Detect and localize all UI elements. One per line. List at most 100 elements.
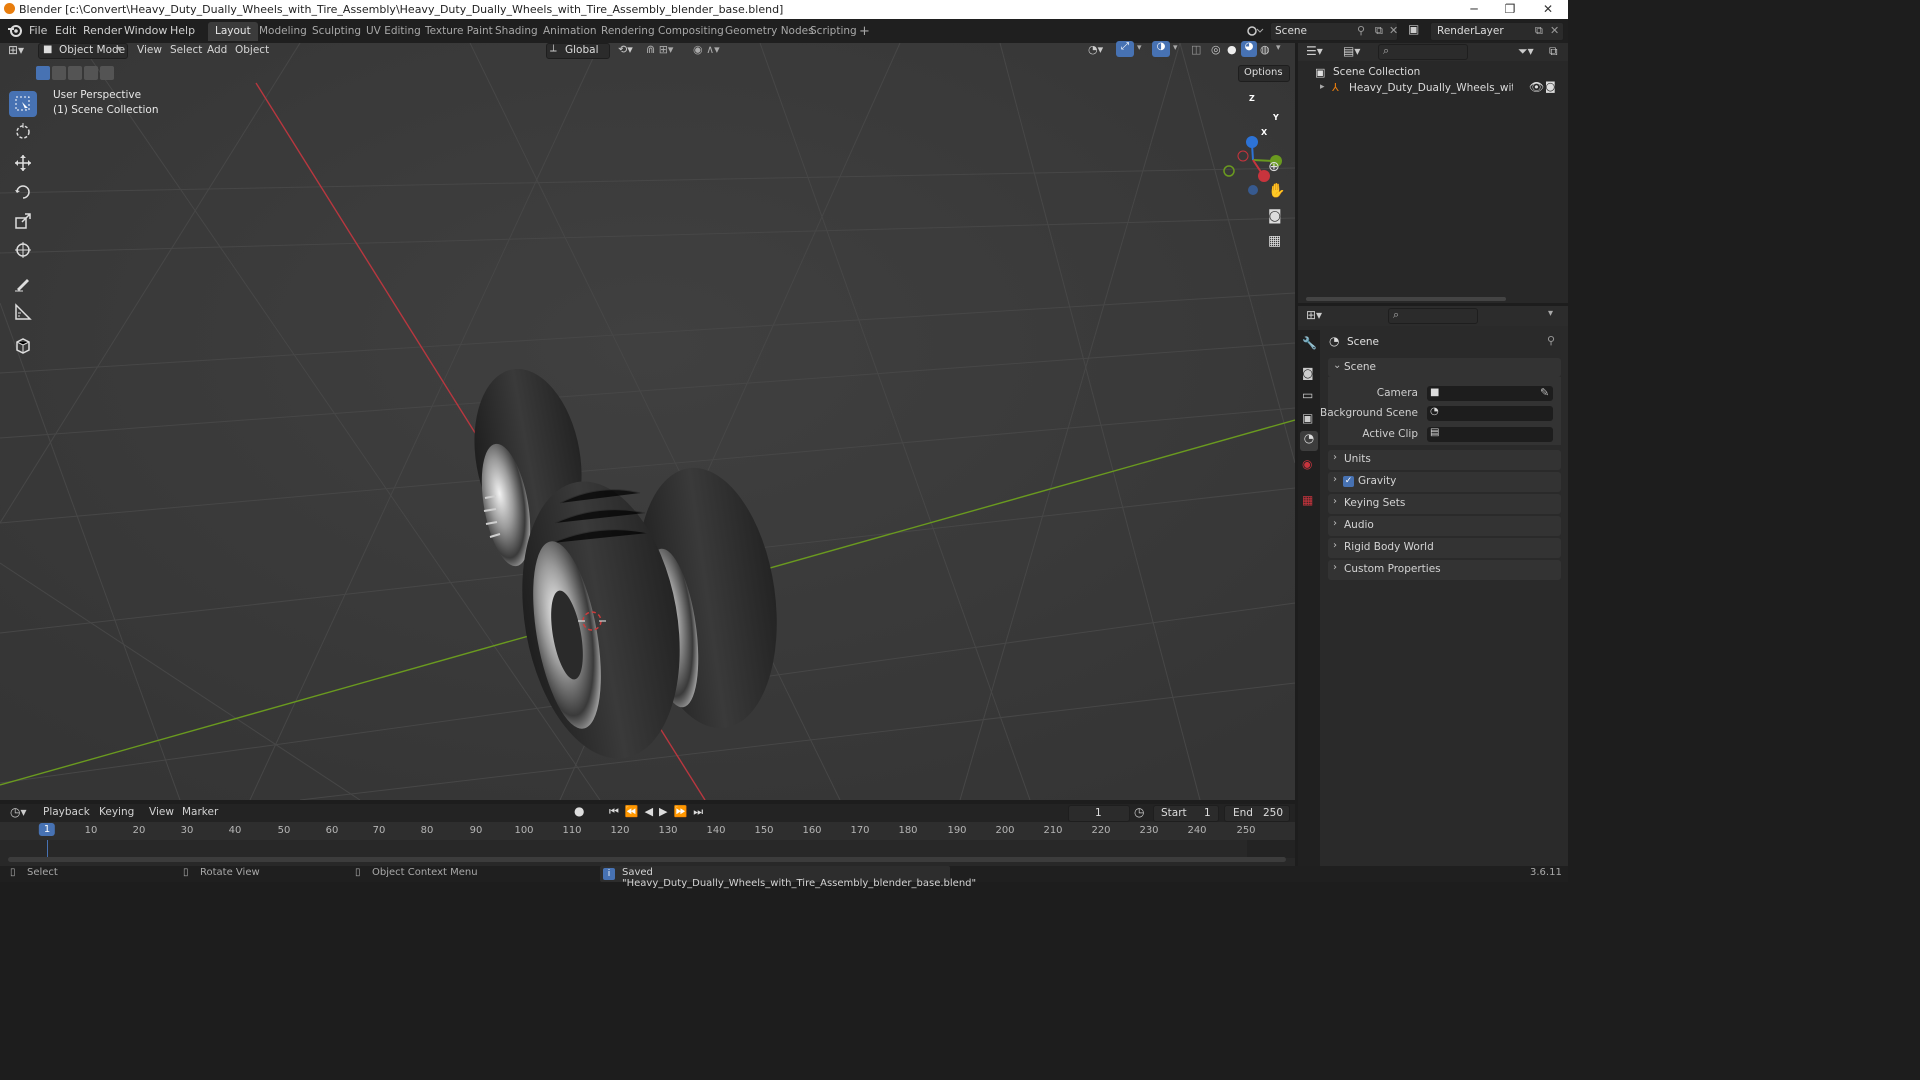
render-camera-icon[interactable]: ◙ <box>1545 80 1556 93</box>
material-shading-icon[interactable]: ◕ <box>1241 41 1257 57</box>
timeline-scrollbar[interactable] <box>8 857 1286 862</box>
tool-add-cube[interactable] <box>9 332 37 358</box>
menu-marker[interactable]: Marker <box>182 806 218 818</box>
blender-menu-icon[interactable] <box>7 23 23 38</box>
panel-audio[interactable]: › Audio <box>1328 516 1561 536</box>
tool-scale[interactable] <box>9 208 37 234</box>
tool-rotate[interactable] <box>9 179 37 205</box>
texture-tab-icon[interactable]: ▦ <box>1302 493 1313 507</box>
menu-object[interactable]: Object <box>235 44 269 56</box>
tool-select-box[interactable] <box>9 91 37 117</box>
eye-icon[interactable]: 👁 <box>1529 80 1544 94</box>
chevron-down-icon[interactable]: ▾ <box>1276 43 1281 53</box>
menu-select[interactable]: Select <box>170 44 202 56</box>
scene-field[interactable]: Scene ⚲ ⧉ ✕ <box>1270 22 1398 41</box>
rendered-shading-icon[interactable]: ◍ <box>1260 43 1270 56</box>
remove-scene-icon[interactable]: ✕ <box>1389 24 1398 37</box>
chevron-down-icon[interactable]: ▾ <box>1548 308 1553 319</box>
scene-collection-label[interactable]: Scene Collection <box>1333 66 1420 78</box>
active-clip-field[interactable]: ▤ <box>1427 427 1553 442</box>
frame-ruler[interactable]: 1 10 20 30 40 50 60 70 80 90 100 110 120… <box>0 822 1295 840</box>
scene-browse-icon[interactable] <box>1246 23 1266 38</box>
outliner-editor-icon[interactable]: ☰▾ <box>1306 44 1323 58</box>
menu-timeline-view[interactable]: View <box>149 806 174 818</box>
add-workspace-button[interactable]: + <box>852 22 877 41</box>
renderlayer-field[interactable]: RenderLayer ⧉ ✕ <box>1430 22 1564 41</box>
zoom-icon[interactable]: ⊕ <box>1268 159 1280 175</box>
menu-window[interactable]: Window <box>124 24 167 37</box>
tool-annotate[interactable] <box>9 270 37 296</box>
menu-help[interactable]: Help <box>170 24 195 37</box>
panel-rigid-body-world[interactable]: › Rigid Body World <box>1328 538 1561 558</box>
mode-dropdown[interactable]: ■ Object Mode ▾ <box>38 43 128 59</box>
tool-cursor[interactable] <box>9 119 37 145</box>
remove-renderlayer-icon[interactable]: ✕ <box>1550 24 1559 37</box>
panel-custom-properties[interactable]: › Custom Properties <box>1328 560 1561 580</box>
grid-perspective-icon[interactable]: ▦ <box>1268 233 1281 249</box>
playback-controls[interactable]: ⏮⏪◀▶⏩⏭ <box>609 805 709 819</box>
maximize-button[interactable]: ❐ <box>1492 0 1528 19</box>
menu-view[interactable]: View <box>137 44 162 56</box>
panel-gravity[interactable]: › ✓ Gravity <box>1328 472 1561 492</box>
eyedropper-icon[interactable]: ✎ <box>1540 386 1549 399</box>
gizmo-toggle-icon[interactable]: ⤢ <box>1116 41 1134 57</box>
menu-render[interactable]: Render <box>83 24 122 37</box>
tool-move[interactable] <box>9 150 37 176</box>
gravity-checkbox[interactable]: ✓ <box>1343 476 1354 487</box>
outliner-scrollbar[interactable] <box>1306 297 1506 301</box>
menu-keying[interactable]: Keying <box>99 806 134 818</box>
select-intersect-icon[interactable] <box>100 66 114 80</box>
new-scene-icon[interactable]: ⧉ <box>1375 24 1383 38</box>
select-subtract-icon[interactable] <box>68 66 82 80</box>
start-frame-field[interactable]: Start 1 <box>1153 805 1219 822</box>
close-button[interactable]: ✕ <box>1530 0 1566 19</box>
panel-keying-sets[interactable]: › Keying Sets <box>1328 494 1561 514</box>
tool-transform[interactable] <box>9 237 37 263</box>
new-collection-icon[interactable]: ⧉ <box>1549 44 1558 59</box>
world-tab-icon[interactable]: ◉ <box>1302 457 1312 471</box>
minimize-button[interactable]: ─ <box>1456 0 1492 19</box>
xray-icon[interactable]: ◫ <box>1191 43 1201 56</box>
snap-icon[interactable]: ⋒ ⊞▾ <box>646 43 673 56</box>
visibility-icon[interactable]: ◔▾ <box>1088 43 1103 56</box>
tool-tab-icon[interactable]: 🔧 <box>1302 336 1317 350</box>
display-mode-icon[interactable]: ▤▾ <box>1343 44 1360 58</box>
view-layer-tab-icon[interactable]: ▣ <box>1302 411 1313 425</box>
select-new-icon[interactable] <box>36 66 50 80</box>
camera-view-icon[interactable]: ◙ <box>1268 208 1282 224</box>
pivot-icon[interactable]: ⟲▾ <box>618 43 633 56</box>
pin-icon[interactable]: ⚲ <box>1357 24 1365 37</box>
solid-shading-icon[interactable]: ● <box>1227 43 1237 56</box>
viewport-scene[interactable] <box>0 43 1295 800</box>
output-tab-icon[interactable]: ▭ <box>1302 388 1313 402</box>
options-dropdown[interactable]: Options <box>1238 65 1290 82</box>
panel-scene-header[interactable]: ⌄ Scene <box>1328 358 1561 377</box>
select-extend-icon[interactable] <box>52 66 66 80</box>
panel-units[interactable]: › Units <box>1328 450 1561 470</box>
proportional-edit-icon[interactable]: ◉ ∧▾ <box>693 43 720 56</box>
pan-hand-icon[interactable]: ✋ <box>1268 183 1285 199</box>
transform-orientation-dropdown[interactable]: ⟂ Global <box>546 43 610 59</box>
filter-icon[interactable]: ⏷▾ <box>1518 44 1534 59</box>
outliner-item[interactable]: Heavy_Duty_Dually_Wheels_with_Tire_A <box>1349 82 1513 94</box>
properties-search-field[interactable]: ⌕ <box>1388 308 1478 324</box>
chevron-down-icon[interactable]: ▾ <box>1137 43 1142 53</box>
overlay-toggle-icon[interactable]: ◑ <box>1152 41 1170 57</box>
properties-editor-icon[interactable]: ⊞▾ <box>1306 308 1322 322</box>
preview-range-icon[interactable]: ◷ <box>1134 805 1144 819</box>
wireframe-shading-icon[interactable]: ◎ <box>1211 43 1221 56</box>
menu-add[interactable]: Add <box>207 44 227 56</box>
render-tab-icon[interactable]: ◙ <box>1302 366 1314 380</box>
timeline-area[interactable]: 1 10 20 30 40 50 60 70 80 90 100 110 120… <box>0 822 1295 866</box>
editor-type-icon[interactable]: ⊞▾ <box>8 43 24 57</box>
select-invert-icon[interactable] <box>84 66 98 80</box>
end-frame-field[interactable]: End 250 <box>1224 805 1290 822</box>
record-icon[interactable]: ● <box>574 804 584 818</box>
camera-field[interactable]: ■ ✎ <box>1427 386 1553 401</box>
expand-arrow-icon[interactable]: ▸ <box>1320 82 1325 92</box>
3d-viewport[interactable]: Z Y X User Perspective (1) Scene Collect… <box>0 43 1295 800</box>
tab-layout[interactable]: Layout <box>208 22 258 41</box>
menu-edit[interactable]: Edit <box>55 24 76 37</box>
playhead-frame[interactable]: 1 <box>38 823 56 836</box>
pin-icon[interactable]: ⚲ <box>1547 334 1555 347</box>
